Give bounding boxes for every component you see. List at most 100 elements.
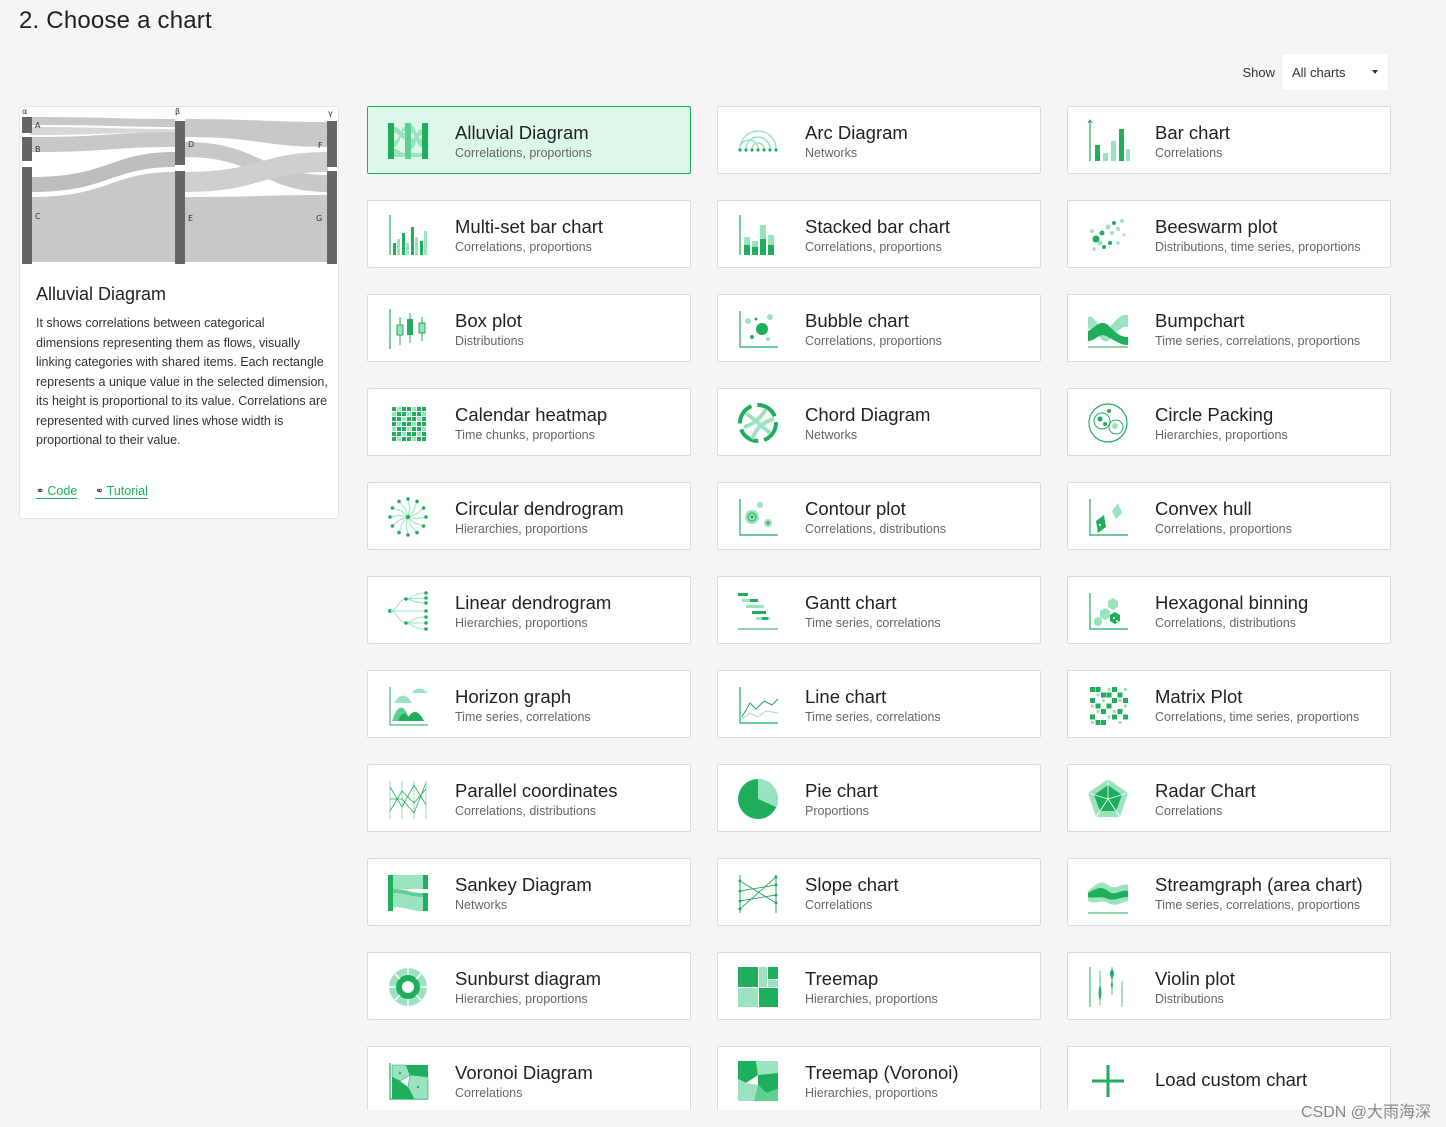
tutorial-link-label: Tutorial (106, 484, 148, 498)
filter-label: Show (1242, 64, 1275, 80)
chart-filter: Show All charts (1242, 53, 1389, 91)
chart-category: Correlations, proportions (455, 240, 592, 254)
chart-name: Treemap (805, 968, 879, 989)
chart-card-chord-diagram[interactable]: Chord Diagram Networks (717, 388, 1041, 456)
chart-category: Correlations (805, 898, 873, 912)
chart-card-contour-plot[interactable]: Contour plot Correlations, distributions (717, 482, 1041, 550)
caret-down-icon (1372, 70, 1378, 74)
chart-category: Time series, correlations, proportions (1155, 334, 1361, 348)
chart-card-pie-chart[interactable]: Pie chart Proportions (717, 764, 1041, 832)
preview-title: Alluvial Diagram (36, 284, 167, 304)
pie-icon (738, 779, 778, 819)
chart-card-sunburst-diagram[interactable]: Sunburst diagram Hierarchies, proportions (367, 952, 691, 1020)
calendar-icon (392, 407, 426, 441)
chart-category: Correlations, proportions (1155, 522, 1292, 536)
node-label: G (316, 214, 322, 223)
tutorial-link[interactable]: ⚭ Tutorial (95, 484, 148, 499)
chart-name: Linear dendrogram (455, 592, 612, 613)
chart-card-arc-diagram[interactable]: Arc Diagram Networks (717, 106, 1041, 174)
page-title: 2. Choose a chart (19, 7, 212, 34)
chart-name: Circle Packing (1155, 404, 1274, 425)
chart-card-violin-plot[interactable]: Violin plot Distributions (1067, 952, 1391, 1020)
chart-card-convex-hull[interactable]: Convex hull Correlations, proportions (1067, 482, 1391, 550)
filter-select[interactable]: All charts (1281, 53, 1389, 91)
chart-category: Networks (805, 428, 858, 442)
chart-card-bar-chart[interactable]: Bar chart Correlations (1067, 106, 1391, 174)
chart-card-stacked-bar-chart[interactable]: Stacked bar chart Correlations, proportio… (717, 200, 1041, 268)
chart-card-voronoi-diagram[interactable]: Voronoi Diagram Correlations (367, 1046, 691, 1114)
chart-card-multi-set-bar-chart[interactable]: Multi-set bar chart Correlations, proport… (367, 200, 691, 268)
node-label: D (188, 140, 194, 149)
chart-category: Time series, correlations (805, 616, 941, 630)
voronoi-icon (389, 1063, 429, 1100)
page-bottom (0, 1110, 1446, 1127)
chart-name: Sunburst diagram (455, 968, 602, 989)
chord-icon (738, 403, 778, 443)
chart-name: Load custom chart (1155, 1069, 1308, 1090)
plus-icon (1092, 1065, 1124, 1097)
chart-card-horizon-graph[interactable]: Horizon graph Time series, correlations (367, 670, 691, 738)
parallel-icon (389, 781, 427, 819)
chart-name: Beeswarm plot (1155, 216, 1278, 237)
code-link[interactable]: ⚭ Code (36, 484, 78, 499)
chart-name: Chord Diagram (805, 404, 931, 425)
chart-card-bubble-chart[interactable]: Bubble chart Correlations, proportions (717, 294, 1041, 362)
chart-card-beeswarm-plot[interactable]: Beeswarm plot Distributions, time series,… (1067, 200, 1391, 268)
chart-category: Correlations (1155, 804, 1223, 818)
chart-card-sankey-diagram[interactable]: Sankey Diagram Networks (367, 858, 691, 926)
chart-name: Matrix Plot (1155, 686, 1243, 707)
voronoi-treemap-icon (738, 1061, 778, 1101)
chart-category: Hierarchies, proportions (805, 1086, 938, 1100)
chart-name: Violin plot (1155, 968, 1235, 989)
chart-category: Correlations, time series, proportions (1155, 710, 1360, 724)
chart-card-slope-chart[interactable]: Slope chart Correlations (717, 858, 1041, 926)
horizon-icon (389, 687, 428, 726)
chart-card-bumpchart[interactable]: Bumpchart Time series, correlations, prop… (1067, 294, 1391, 362)
node-label: F (318, 141, 323, 150)
chart-category: Distributions (455, 334, 524, 348)
chart-card-radar-chart[interactable]: Radar Chart Correlations (1067, 764, 1391, 832)
chart-card-matrix-plot[interactable]: Matrix Plot Correlations, time series, pr… (1067, 670, 1391, 738)
chart-card-linear-dendrogram[interactable]: Linear dendrogram Hierarchies, proportion… (367, 576, 691, 644)
chart-name: Hexagonal binning (1155, 592, 1309, 613)
chart-card-alluvial-diagram[interactable]: Alluvial Diagram Correlations, proportion… (367, 106, 691, 174)
chart-card-line-chart[interactable]: Line chart Time series, correlations (717, 670, 1041, 738)
chart-category: Distributions (1155, 992, 1224, 1006)
chart-name: Gantt chart (805, 592, 897, 613)
chart-category: Networks (805, 146, 858, 160)
chart-card-box-plot[interactable]: Box plot Distributions (367, 294, 691, 362)
circle-packing-icon (1088, 403, 1128, 443)
chart-category: Time chunks, proportions (455, 428, 595, 442)
chart-card-streamgraph-area-chart[interactable]: Streamgraph (area chart) Time series, cor… (1067, 858, 1391, 926)
bar-icon (1087, 119, 1130, 161)
chart-card-treemap-voronoi[interactable]: Treemap (Voronoi) Hierarchies, proportion… (717, 1046, 1041, 1114)
chart-name: Streamgraph (area chart) (1155, 874, 1363, 895)
chart-card-gantt-chart[interactable]: Gantt chart Time series, correlations (717, 576, 1041, 644)
circular-dendrogram-icon (388, 497, 428, 537)
beeswarm-icon (1090, 219, 1126, 251)
matrix-icon (1090, 687, 1128, 725)
chart-name: Bar chart (1155, 122, 1231, 143)
chart-name: Contour plot (805, 498, 906, 519)
chart-name: Bubble chart (805, 310, 909, 331)
chart-name: Calendar heatmap (455, 404, 608, 425)
chart-card-treemap[interactable]: Treemap Hierarchies, proportions (717, 952, 1041, 1020)
node-label: A (35, 121, 41, 130)
chart-card-hexagonal-binning[interactable]: Hexagonal binning Correlations, distribut… (1067, 576, 1391, 644)
chart-category: Hierarchies, proportions (1155, 428, 1288, 442)
multiset-bar-icon (389, 215, 427, 255)
chart-name: Circular dendrogram (455, 498, 624, 519)
chart-category: Correlations (455, 1086, 523, 1100)
chart-card-circle-packing[interactable]: Circle Packing Hierarchies, proportions (1067, 388, 1391, 456)
chart-card-parallel-coordinates[interactable]: Parallel coordinates Correlations, distri… (367, 764, 691, 832)
dimension-label: α (22, 107, 27, 116)
chart-card-calendar-heatmap[interactable]: Calendar heatmap Time chunks, proportions (367, 388, 691, 456)
chart-category: Correlations, distributions (1155, 616, 1297, 630)
node-label: B (35, 145, 41, 154)
convex-hull-icon (1089, 499, 1128, 536)
chart-category: Proportions (805, 804, 869, 818)
chart-name: Treemap (Voronoi) (805, 1062, 959, 1083)
chart-card-circular-dendrogram[interactable]: Circular dendrogram Hierarchies, proporti… (367, 482, 691, 550)
chart-category: Distributions, time series, proportions (1155, 240, 1361, 254)
chart-category: Networks (455, 898, 508, 912)
